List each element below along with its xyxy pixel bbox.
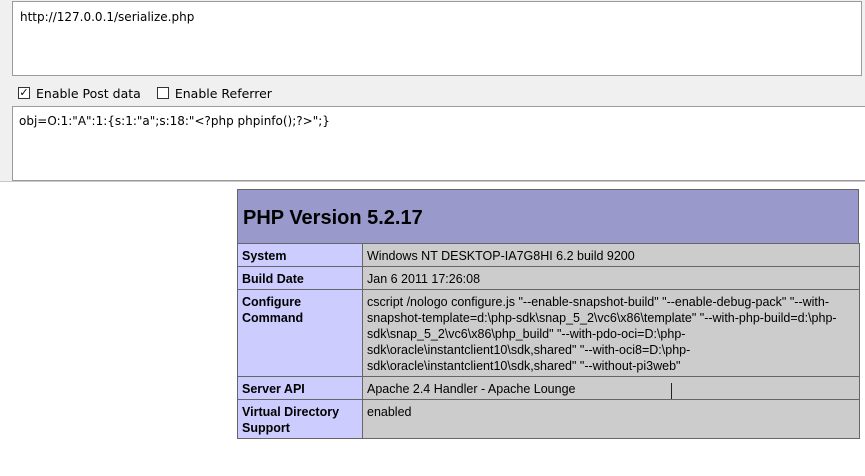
row-value: enabled [362, 399, 860, 439]
post-data-input[interactable]: obj=O:1:"A":1:{s:1:"a";s:18:"<?php phpin… [12, 106, 865, 181]
table-row: Configure Command cscript /nologo configu… [237, 289, 860, 377]
panel-divider [0, 181, 865, 182]
row-key: System [237, 243, 363, 267]
table-row: Server API Apache 2.4 Handler - Apache Lo… [237, 376, 860, 400]
row-value: Apache 2.4 Handler - Apache Lounge [362, 376, 860, 400]
text-cursor-icon [671, 383, 672, 399]
enable-referrer-checkbox[interactable] [156, 87, 169, 99]
enable-post-label: Enable Post data [36, 85, 141, 101]
table-row: Build Date Jan 6 2011 17:26:08 [237, 266, 860, 290]
enable-post-checkbox[interactable]: ✓ [18, 87, 30, 99]
enable-post-option[interactable]: ✓ Enable Post data [18, 86, 141, 101]
row-value: cscript /nologo configure.js "--enable-s… [362, 289, 860, 377]
enable-referrer-label: Enable Referrer [174, 85, 272, 101]
request-panel: http://127.0.0.1/serialize.php ✓ Enable … [0, 0, 865, 181]
url-input[interactable]: http://127.0.0.1/serialize.php [12, 1, 862, 76]
row-key: Build Date [237, 266, 363, 290]
php-version-title: PHP Version 5.2.17 [243, 206, 423, 229]
row-key: Server API [237, 376, 363, 400]
table-row: System Windows NT DESKTOP-IA7G8HI 6.2 bui… [237, 243, 860, 267]
request-options: ✓ Enable Post data Enable Referrer [18, 84, 288, 102]
table-row: Virtual Directory Support enabled [237, 399, 860, 439]
row-value: Windows NT DESKTOP-IA7G8HI 6.2 build 920… [362, 243, 860, 267]
enable-referrer-option[interactable]: Enable Referrer [156, 85, 272, 101]
row-key: Configure Command [237, 289, 363, 377]
row-key: Virtual Directory Support [237, 399, 363, 439]
phpinfo-table: System Windows NT DESKTOP-IA7G8HI 6.2 bui… [237, 243, 860, 439]
row-value: Jan 6 2011 17:26:08 [362, 266, 860, 290]
php-version-header: PHP Version 5.2.17 [237, 189, 859, 247]
